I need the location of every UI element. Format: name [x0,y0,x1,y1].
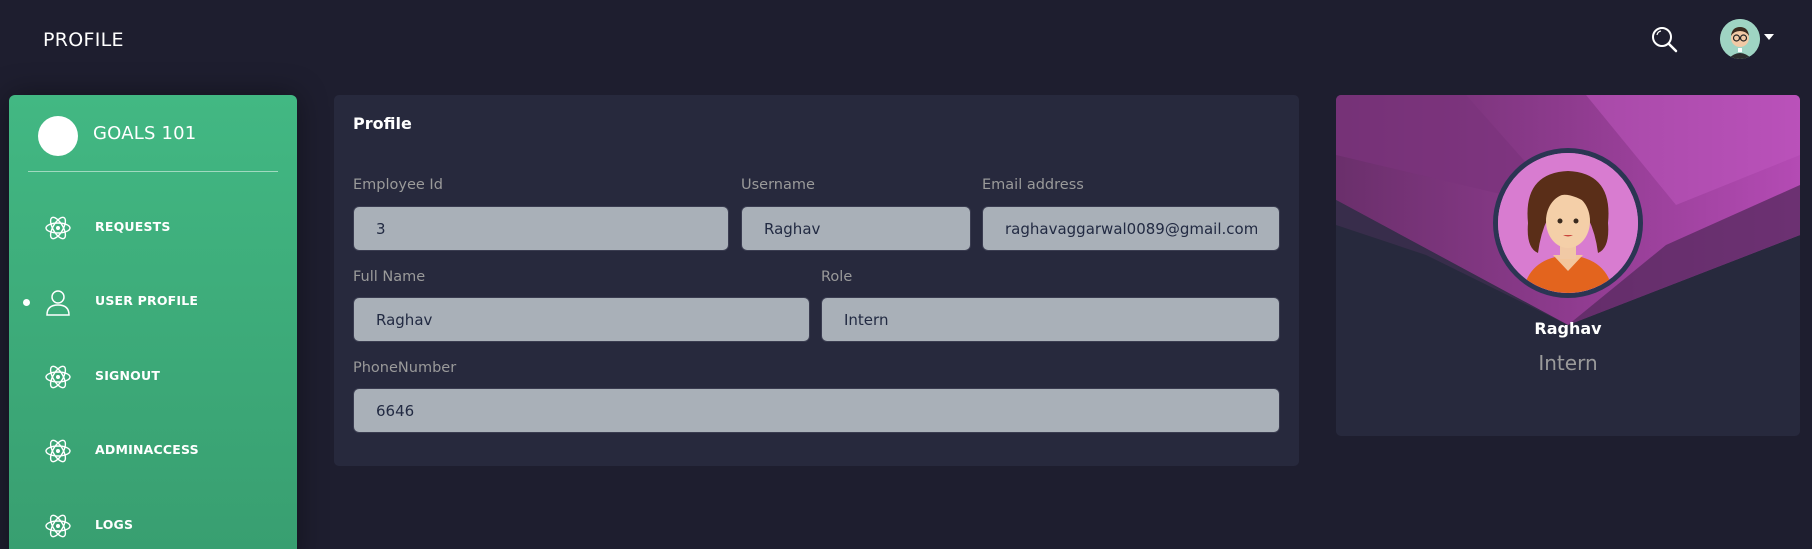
role-label: Role [821,269,853,285]
user-name: Raghav [1534,319,1602,338]
sidebar: GOALS 101 REQUESTS USER PROFILE SIGNOUT … [9,95,297,549]
full-name-label: Full Name [353,269,426,285]
active-indicator [23,299,30,306]
atom-icon [44,363,72,391]
sidebar-item-user-profile[interactable]: USER PROFILE [9,277,297,327]
atom-icon [44,512,72,540]
sidebar-item-requests[interactable]: REQUESTS [9,203,297,253]
user-role: Intern [1538,351,1598,375]
sidebar-item-label: REQUESTS [95,219,171,234]
phone-label: PhoneNumber [353,360,457,376]
sidebar-item-label: LOGS [95,517,134,532]
employee-id-input[interactable] [353,206,729,251]
atom-icon [44,437,72,465]
user-summary-card: Raghav Intern [1336,95,1800,436]
sidebar-item-label: ADMINACCESS [95,442,199,457]
employee-id-label: Employee Id [353,177,443,193]
page-title: PROFILE [43,29,124,51]
sidebar-item-adminaccess[interactable]: ADMINACCESS [9,426,297,476]
sidebar-item-logs[interactable]: LOGS [9,501,297,549]
sidebar-item-label: USER PROFILE [95,293,199,308]
atom-icon [44,214,72,242]
role-input[interactable] [821,297,1280,342]
username-label: Username [741,177,815,193]
email-input[interactable] [982,206,1280,251]
card-title: Profile [353,114,412,133]
username-input[interactable] [741,206,971,251]
sidebar-item-label: SIGNOUT [95,368,161,383]
person-icon [44,288,72,316]
logo-circle[interactable] [38,116,78,156]
top-navbar: PROFILE [0,0,1812,82]
sidebar-divider [28,171,278,172]
sidebar-item-signout[interactable]: SIGNOUT [9,352,297,402]
logo-text[interactable]: GOALS 101 [93,123,196,144]
email-label: Email address [982,177,1084,193]
profile-card: Profile Employee Id Username Email addre… [334,95,1299,466]
full-name-input[interactable] [353,297,810,342]
phone-input[interactable] [353,388,1280,433]
search-icon[interactable] [1650,25,1680,55]
chevron-down-icon[interactable] [1764,34,1774,40]
profile-avatar-image [1493,148,1643,298]
user-avatar-icon[interactable] [1720,19,1760,59]
